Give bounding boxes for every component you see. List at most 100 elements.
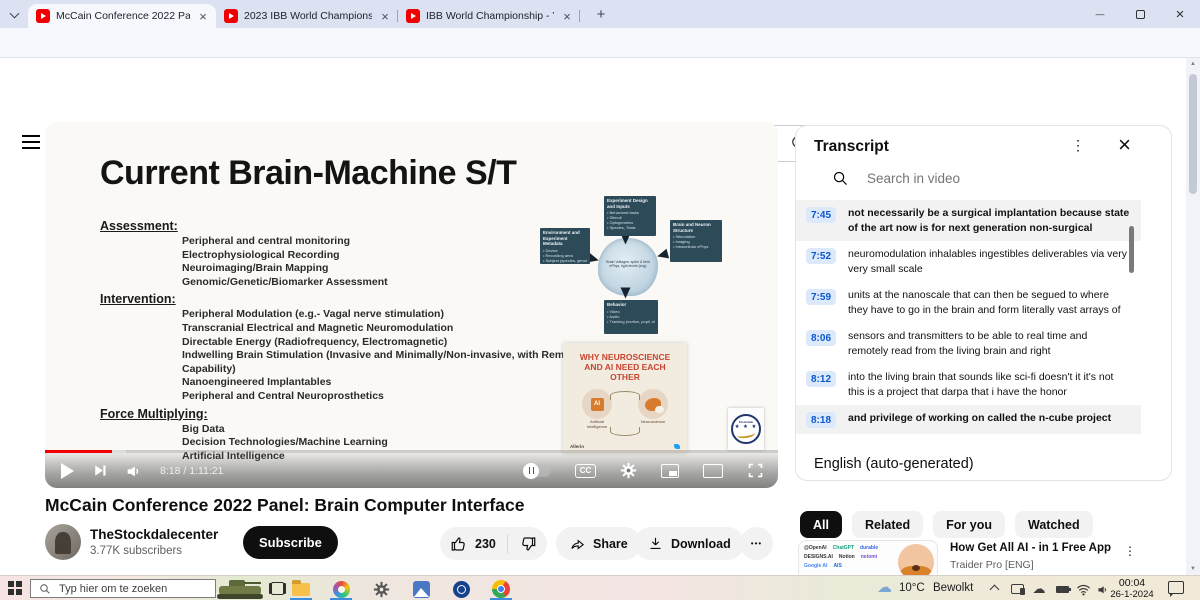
- thumbnail-logo: ChatGPT: [833, 545, 854, 551]
- browser-tab[interactable]: IBB World Championship - YouT: [398, 4, 580, 28]
- channel-name[interactable]: TheStockdalecenter: [90, 527, 218, 542]
- hamburger-menu-button[interactable]: [22, 135, 40, 149]
- transcript-timestamp[interactable]: 8:06: [806, 330, 836, 346]
- settings-button[interactable]: [620, 462, 637, 479]
- windows-taskbar: Typ hier om te zoeken 10°C Bewolkt 00:: [0, 575, 1200, 600]
- task-view-button[interactable]: [271, 582, 284, 595]
- file-explorer-button[interactable]: [291, 579, 311, 599]
- battery-tray-icon[interactable]: [1053, 581, 1071, 597]
- slide-section: Intervention: Peripheral Modulation (e.g…: [100, 292, 580, 403]
- slide-section-heading: Force Multiplying:: [100, 407, 580, 421]
- diagram-box: Behavior • Video• Audio• Tracking (motio…: [604, 300, 658, 334]
- slide-item: Indwelling Brain Stimulation (Invasive a…: [182, 349, 580, 376]
- transcript-timestamp[interactable]: 7:45: [806, 207, 836, 223]
- chrome-icon: [492, 580, 510, 598]
- new-tab-button[interactable]: [590, 3, 612, 25]
- window-close-button[interactable]: [1160, 0, 1200, 28]
- page-scrollbar[interactable]: [1186, 58, 1200, 575]
- transcript-timestamp[interactable]: 7:52: [806, 248, 836, 264]
- onedrive-tray-icon[interactable]: [1030, 581, 1048, 597]
- download-icon: [647, 535, 664, 552]
- scroll-up-arrow[interactable]: [1186, 58, 1200, 70]
- poster-title: WHY NEUROSCIENCE AND AI NEED EACH OTHER: [572, 352, 678, 382]
- miniplayer-button[interactable]: [661, 464, 679, 478]
- transcript-timestamp[interactable]: 8:12: [806, 371, 836, 387]
- channel-avatar[interactable]: [45, 524, 81, 560]
- download-button[interactable]: Download: [634, 527, 744, 560]
- thumbnail-logo: AIS: [833, 563, 841, 569]
- transcript-language[interactable]: English (auto-generated): [814, 456, 974, 472]
- share-button[interactable]: Share: [556, 527, 641, 560]
- tray-chevron-icon[interactable]: [990, 585, 1000, 595]
- transcript-segment[interactable]: 8:06 sensors and transmitters to be able…: [796, 323, 1141, 364]
- taskbar-clock[interactable]: 00:04 26-1-2024: [1103, 577, 1161, 600]
- time-display: 8:18 / 1:11:21: [160, 465, 223, 477]
- suggested-video-menu-button[interactable]: [1124, 545, 1136, 557]
- window-minimize-button[interactable]: [1080, 0, 1120, 28]
- weather-temp[interactable]: 10°C: [899, 582, 925, 594]
- search-icon: [39, 583, 51, 595]
- transcript-segment[interactable]: 7:59 units at the nanoscale that can the…: [796, 282, 1141, 323]
- tab-close-icon[interactable]: [560, 9, 574, 23]
- settings-button-taskbar[interactable]: [371, 579, 391, 599]
- captions-button[interactable]: CC: [575, 464, 596, 478]
- transcript-scrollbar-thumb[interactable]: [1129, 226, 1134, 273]
- more-actions-button[interactable]: [740, 527, 773, 560]
- start-button[interactable]: [8, 581, 22, 595]
- transcript-segment[interactable]: 8:12 into the living brain that sounds l…: [796, 364, 1141, 405]
- like-button[interactable]: [450, 535, 468, 553]
- paint-button[interactable]: [331, 579, 351, 599]
- tab-close-icon[interactable]: [196, 9, 210, 23]
- your-phone-tray-icon[interactable]: [1008, 581, 1026, 597]
- filter-chip[interactable]: Watched: [1015, 511, 1093, 538]
- chrome-button[interactable]: [491, 579, 511, 599]
- stockdale-badge: Stockdale: [728, 408, 764, 450]
- play-button[interactable]: [61, 463, 74, 479]
- transcript-text: not necessarily be a surgical implantati…: [848, 206, 1130, 235]
- volume-button[interactable]: [125, 462, 143, 480]
- window-maximize-button[interactable]: [1120, 0, 1160, 28]
- thumbnail-logo: @OpenAI: [804, 545, 827, 551]
- browser-tab[interactable]: 2023 IBB World Championship |: [216, 4, 398, 28]
- video-player[interactable]: Current Brain-Machine S/T Assessment: Pe…: [45, 122, 778, 488]
- dislike-button[interactable]: [519, 535, 537, 553]
- browser-tabs: McCain Conference 2022 Panel: 2023 IBB W…: [28, 0, 580, 28]
- poster-neuroscience-figure: Neuroscience: [637, 389, 669, 429]
- diagram-box-items: • Stimulation• Imaging• Intracellular eP…: [673, 234, 719, 249]
- diagram-box: Brain and Neuron Structure • Stimulation…: [670, 220, 722, 262]
- transcript-timestamp[interactable]: 7:59: [806, 289, 836, 305]
- autoplay-toggle[interactable]: [523, 464, 551, 477]
- thumbnail-logo: Notion: [839, 554, 855, 560]
- weather-cloud-icon[interactable]: [877, 578, 892, 596]
- maximize-icon: [1136, 10, 1145, 19]
- fullscreen-button[interactable]: [747, 462, 764, 479]
- transcript-timestamp[interactable]: 8:18: [806, 412, 836, 428]
- subscribe-button[interactable]: Subscribe: [243, 526, 338, 559]
- photos-button[interactable]: [411, 579, 431, 599]
- action-center-button[interactable]: [1168, 581, 1184, 594]
- taskbar-search-box[interactable]: Typ hier om te zoeken: [30, 579, 216, 598]
- scroll-down-arrow[interactable]: [1186, 563, 1200, 575]
- next-button[interactable]: [91, 462, 108, 479]
- transcript-search[interactable]: Search in video: [832, 170, 960, 187]
- suggested-video-title[interactable]: How Get All AI - in 1 Free App: [950, 541, 1122, 555]
- transcript-segment[interactable]: 7:45 not necessarily be a surgical impla…: [796, 200, 1141, 241]
- browser-tab-strip: McCain Conference 2022 Panel: 2023 IBB W…: [0, 0, 1200, 28]
- filter-chip[interactable]: For you: [933, 511, 1005, 538]
- weather-condition[interactable]: Bewolkt: [933, 582, 973, 594]
- filter-chip[interactable]: All: [800, 511, 842, 538]
- theater-mode-button[interactable]: [703, 464, 723, 478]
- wifi-tray-icon[interactable]: [1074, 581, 1092, 597]
- scrollbar-thumb[interactable]: [1189, 74, 1197, 194]
- brain-icon: [645, 398, 661, 411]
- browser-tab[interactable]: McCain Conference 2022 Panel:: [28, 4, 216, 28]
- transcript-menu-button[interactable]: [1071, 138, 1085, 152]
- filter-chip[interactable]: Related: [852, 511, 923, 538]
- movies-app-button[interactable]: [451, 579, 471, 599]
- transcript-segment[interactable]: 7:52 neuromodulation inhalables ingestib…: [796, 241, 1141, 282]
- transcript-close-button[interactable]: [1118, 134, 1131, 158]
- tab-search-button[interactable]: [5, 5, 24, 24]
- transcript-segment[interactable]: 8:18 and privilege of working on called …: [796, 405, 1141, 434]
- tab-close-icon[interactable]: [378, 9, 392, 23]
- youtube-header: YouTube NL Search I: [0, 58, 1200, 110]
